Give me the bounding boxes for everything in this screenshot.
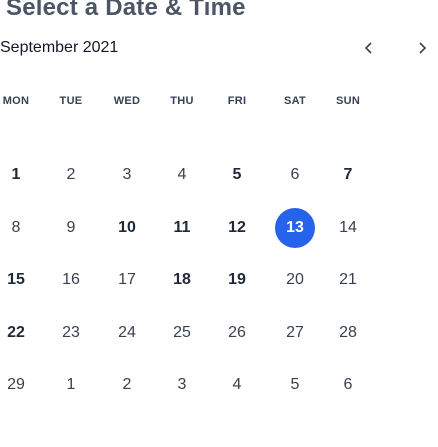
chevron-right-icon	[419, 42, 427, 54]
day-cell[interactable]: 2	[51, 155, 91, 195]
day-cell-selected[interactable]: 13	[275, 208, 315, 248]
next-month-button[interactable]	[408, 34, 436, 62]
day-cell[interactable]: 12	[217, 208, 257, 248]
day-cell[interactable]: 4	[162, 155, 202, 195]
weekday-sat: SAT	[283, 95, 307, 107]
page-title: Select a Date & Time	[6, 0, 246, 21]
day-cell[interactable]: 11	[162, 208, 202, 248]
day-cell[interactable]: 6	[328, 365, 368, 405]
day-cell[interactable]: 6	[275, 155, 315, 195]
day-cell[interactable]: 4	[217, 365, 257, 405]
weekday-mon: MON	[2, 95, 30, 107]
day-cell[interactable]: 27	[275, 313, 315, 353]
day-cell[interactable]: 25	[162, 313, 202, 353]
day-cell[interactable]: 5	[275, 365, 315, 405]
weekday-sun: SUN	[335, 95, 361, 107]
day-cell[interactable]: 7	[328, 155, 368, 195]
day-cell[interactable]: 28	[328, 313, 368, 353]
month-label: September 2021	[0, 39, 119, 56]
weekday-fri: FRI	[227, 95, 247, 107]
day-cell[interactable]: 17	[107, 260, 147, 300]
day-cell[interactable]: 23	[51, 313, 91, 353]
day-cell[interactable]: 15	[0, 260, 36, 300]
day-cell[interactable]: 2	[107, 365, 147, 405]
day-cell[interactable]: 26	[217, 313, 257, 353]
weekday-thu: THU	[170, 95, 194, 107]
day-cell[interactable]: 3	[162, 365, 202, 405]
day-cell[interactable]: 5	[217, 155, 257, 195]
day-cell[interactable]: 18	[162, 260, 202, 300]
day-cell[interactable]: 16	[51, 260, 91, 300]
prev-month-button[interactable]	[355, 34, 383, 62]
day-cell[interactable]: 20	[275, 260, 315, 300]
day-cell[interactable]: 19	[217, 260, 257, 300]
day-cell[interactable]: 21	[328, 260, 368, 300]
day-cell[interactable]: 29	[0, 365, 36, 405]
chevron-left-icon	[364, 42, 372, 54]
day-cell[interactable]: 9	[51, 208, 91, 248]
day-cell[interactable]: 14	[328, 208, 368, 248]
weekday-tue: TUE	[59, 95, 83, 107]
day-cell[interactable]: 1	[0, 155, 36, 195]
day-cell[interactable]: 3	[107, 155, 147, 195]
day-cell[interactable]: 1	[51, 365, 91, 405]
weekday-wed: WED	[113, 95, 141, 107]
day-cell[interactable]: 24	[107, 313, 147, 353]
day-cell[interactable]: 22	[0, 313, 36, 353]
day-cell[interactable]: 8	[0, 208, 36, 248]
day-cell[interactable]: 10	[107, 208, 147, 248]
